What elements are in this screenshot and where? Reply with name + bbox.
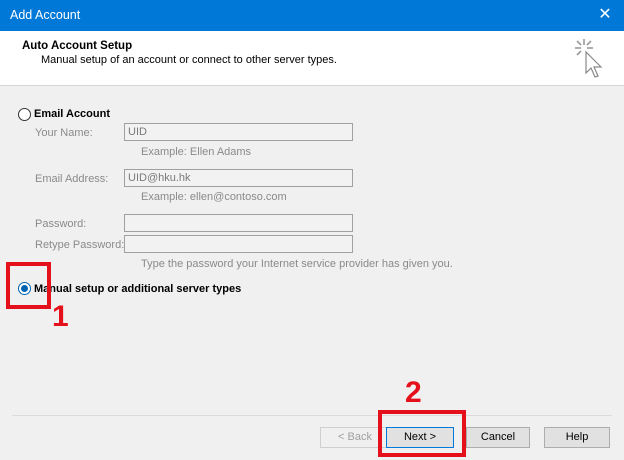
close-icon[interactable]: ✕ bbox=[594, 4, 616, 26]
email-address-label: Email Address: bbox=[35, 173, 109, 185]
password-hint: Type the password your Internet service … bbox=[141, 258, 453, 270]
retype-password-field[interactable] bbox=[124, 235, 353, 253]
step1-highlight-box bbox=[6, 262, 51, 309]
step1-number: 1 bbox=[52, 300, 69, 333]
retype-password-label: Retype Password: bbox=[35, 239, 125, 251]
header-panel: Auto Account Setup Manual setup of an ac… bbox=[0, 31, 624, 86]
email-account-radio[interactable] bbox=[18, 108, 31, 121]
step2-highlight-box bbox=[378, 410, 466, 457]
your-name-hint: Example: Ellen Adams bbox=[141, 146, 252, 158]
help-button[interactable]: Help bbox=[544, 427, 610, 448]
password-label: Password: bbox=[35, 218, 87, 230]
header-subtitle: Manual setup of an account or connect to… bbox=[41, 54, 337, 66]
cancel-button[interactable]: Cancel bbox=[466, 427, 530, 448]
title-bar: Add Account ✕ bbox=[0, 0, 624, 31]
step2-number: 2 bbox=[405, 376, 422, 409]
window-title: Add Account bbox=[10, 8, 81, 22]
email-address-field[interactable]: UID@hku.hk bbox=[124, 169, 353, 187]
your-name-field[interactable]: UID bbox=[124, 123, 353, 141]
email-account-label[interactable]: Email Account bbox=[34, 108, 110, 120]
manual-setup-label[interactable]: Manual setup or additional server types bbox=[34, 283, 241, 295]
your-name-label: Your Name: bbox=[35, 127, 93, 139]
footer-separator bbox=[12, 415, 612, 416]
header-title: Auto Account Setup bbox=[22, 40, 133, 52]
password-field[interactable] bbox=[124, 214, 353, 232]
setup-wand-icon bbox=[575, 39, 603, 78]
email-address-hint: Example: ellen@contoso.com bbox=[141, 191, 287, 203]
